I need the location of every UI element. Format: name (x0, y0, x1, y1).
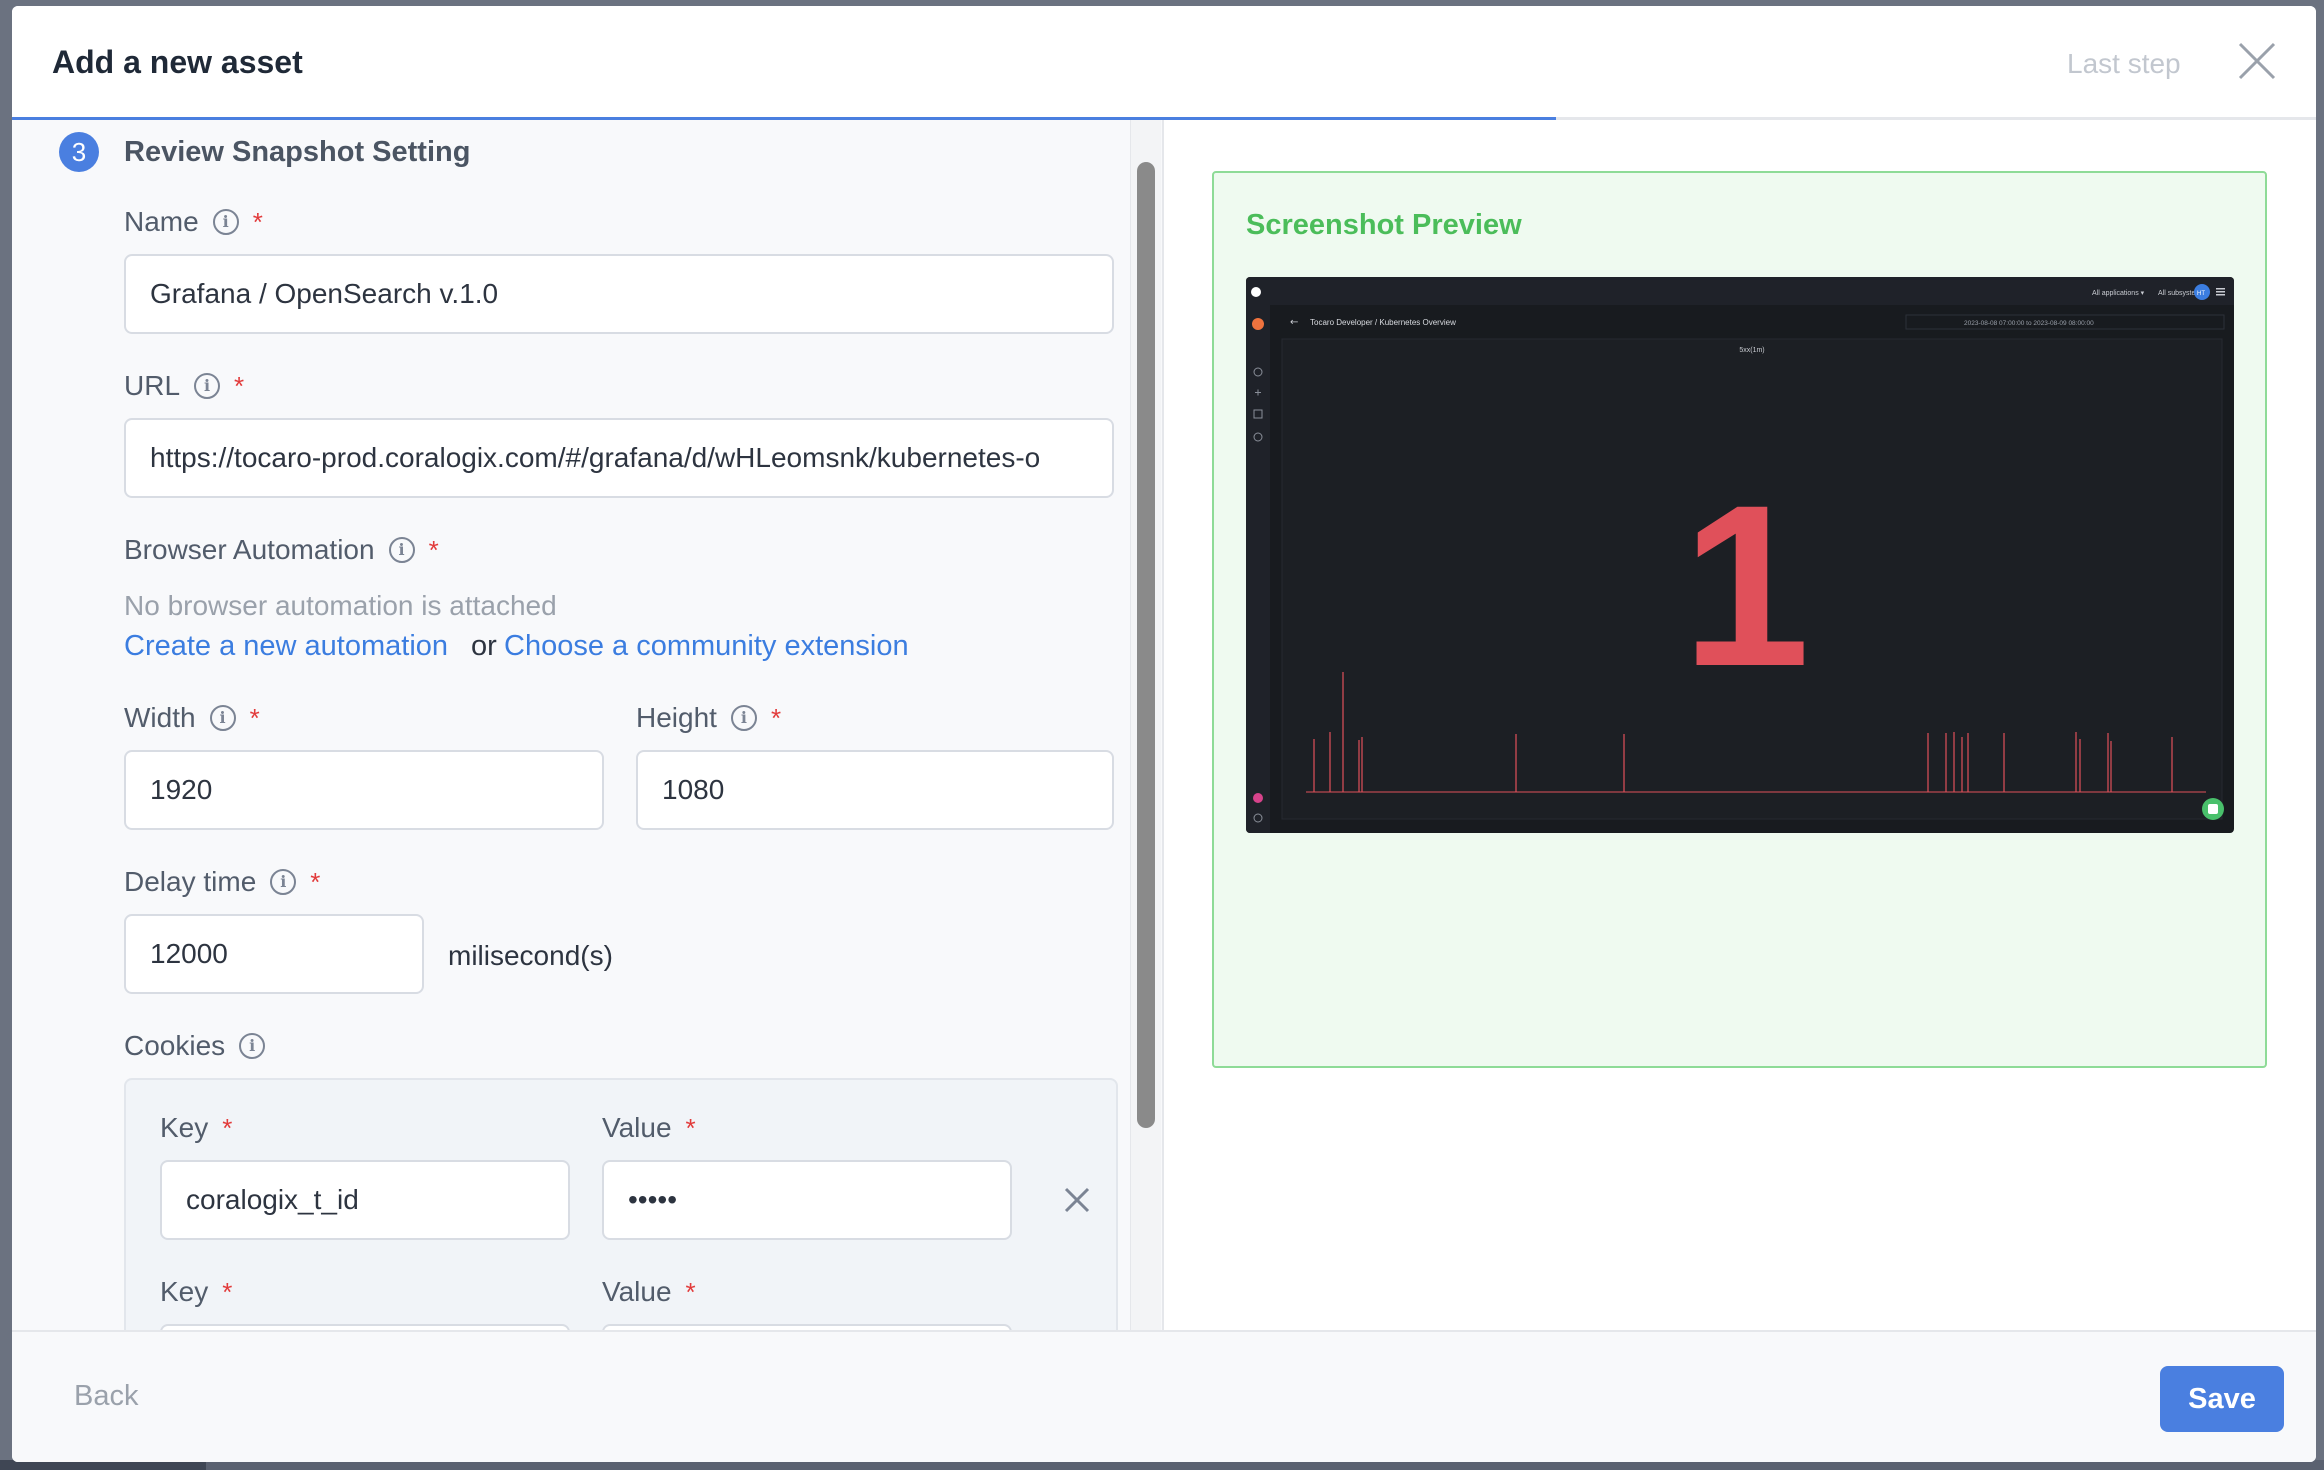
browser-automation-label-text: Browser Automation (124, 534, 375, 565)
preview-screenshot-image: All applications ▾ All subsystems ▾ HT ←… (1246, 277, 2234, 833)
preview-back-arrow: ← (1290, 317, 1298, 328)
delay-input[interactable]: 12000 (124, 914, 424, 994)
required-marker: * (428, 534, 439, 565)
automation-status-text: No browser automation is attached (124, 590, 557, 621)
preview-apps-dropdown: All applications ▾ (2092, 290, 2145, 297)
required-marker: * (770, 702, 782, 733)
required-marker: * (222, 1276, 233, 1307)
info-icon[interactable]: i (239, 1033, 266, 1059)
screenshot-preview: Screenshot Preview All applications ▾ Al… (1212, 171, 2267, 1068)
preview-time-range: 2023-08-08 07:00:00 to 2023-08-09 08:00:… (1964, 320, 2094, 327)
info-icon[interactable]: i (730, 705, 757, 731)
cookies-list: Key * coralogix_t_id Value * ••••• Key * (124, 1078, 1118, 1330)
url-input[interactable]: https://tocaro-prod.coralogix.com/#/graf… (124, 418, 1114, 498)
last-step-button[interactable]: Last step (2067, 48, 2181, 80)
name-input[interactable]: Grafana / OpenSearch v.1.0 (124, 254, 1114, 334)
required-marker: * (685, 1276, 696, 1307)
section-title: Review Snapshot Setting (124, 136, 471, 168)
info-icon[interactable]: i (194, 373, 221, 399)
url-label: URL i * (124, 370, 244, 402)
info-icon[interactable]: i (209, 705, 236, 731)
cookies-label: Cookies i (124, 1030, 266, 1062)
modal-footer: Back Save (12, 1330, 2316, 1462)
cookie-value-input[interactable]: ••••• (602, 1160, 1012, 1240)
cookie-value-label-text: Value (602, 1112, 672, 1143)
step-number-badge: 3 (59, 132, 99, 172)
required-marker: * (234, 370, 245, 401)
cookie-key-label: Key * (160, 1276, 232, 1308)
preview-avatar: HT (2197, 291, 2205, 297)
modal-title: Add a new asset (52, 44, 303, 80)
delay-label: Delay time i * (124, 866, 320, 898)
cookie-value-label: Value * (602, 1112, 696, 1144)
delay-label-text: Delay time (124, 866, 257, 897)
required-marker: * (685, 1112, 696, 1143)
required-marker: * (252, 206, 263, 237)
info-icon[interactable]: i (388, 537, 415, 563)
width-input[interactable]: 1920 (124, 750, 604, 830)
height-label: Height i * (636, 702, 781, 734)
or-text: or (471, 630, 497, 662)
form-panel: 3 Review Snapshot Setting Name i * Grafa… (12, 120, 1162, 1330)
height-input[interactable]: 1080 (636, 750, 1114, 830)
delay-unit: milisecond(s) (448, 940, 613, 971)
cookie-key-label-text: Key (160, 1112, 209, 1143)
cookie-value-label-text: Value (602, 1276, 672, 1307)
info-icon[interactable]: i (270, 869, 297, 895)
required-marker: * (249, 702, 260, 733)
browser-automation-label: Browser Automation i * (124, 534, 439, 566)
back-button[interactable]: Back (74, 1380, 138, 1413)
form-scrollbar-thumb[interactable] (1137, 162, 1155, 1128)
cookies-label-text: Cookies (124, 1030, 226, 1061)
cookie-key-label-text: Key (160, 1276, 209, 1307)
info-icon[interactable]: i (212, 209, 239, 235)
cookie-key-label: Key * (160, 1112, 232, 1144)
close-icon[interactable] (2234, 38, 2280, 84)
preview-breadcrumb: Tocaro Developer / Kubernetes Overview (1310, 318, 1456, 327)
cookie-value-label: Value * (602, 1276, 696, 1308)
url-label-text: URL (124, 370, 181, 401)
cookie-key-input[interactable]: coralogix_t_id (160, 1160, 570, 1240)
remove-cookie-icon[interactable] (1060, 1183, 1094, 1217)
name-label: Name i * (124, 206, 263, 238)
preview-big-stat: 1 (1682, 457, 1810, 714)
preview-panel-title: 5xx(1m) (1739, 347, 1764, 354)
height-label-text: Height (636, 702, 717, 733)
community-extension-link[interactable]: Choose a community extension (504, 630, 909, 663)
required-marker: * (222, 1112, 233, 1143)
width-label: Width i * (124, 702, 260, 734)
add-asset-modal: Add a new asset Last step 3 Review Snaps… (12, 6, 2316, 1462)
width-label-text: Width (124, 702, 196, 733)
preview-title: Screenshot Preview (1246, 209, 1522, 241)
name-label-text: Name (124, 206, 199, 237)
required-marker: * (310, 866, 321, 897)
modal-header: Add a new asset Last step (12, 6, 2316, 120)
create-automation-link[interactable]: Create a new automation (124, 630, 448, 663)
save-button[interactable]: Save (2160, 1366, 2284, 1432)
